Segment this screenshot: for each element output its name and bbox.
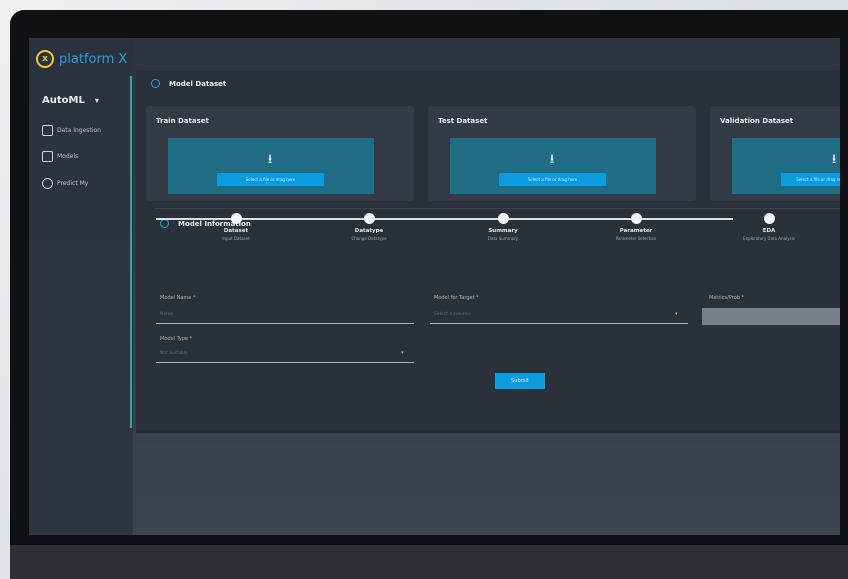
card-title: Train Dataset bbox=[156, 117, 209, 125]
monitor-icon bbox=[42, 151, 53, 162]
step-marker bbox=[630, 213, 642, 224]
validation-upload-button[interactable]: Select a file or drag here bbox=[781, 173, 840, 186]
step-eda[interactable]: EDA Exploratory Data Analysis bbox=[709, 213, 829, 241]
model-name-underline bbox=[156, 323, 414, 324]
sidebar-item-label: Models bbox=[57, 153, 79, 160]
download-icon: ⭳ bbox=[549, 152, 555, 167]
step-label: Datatype bbox=[354, 228, 384, 234]
model-for-label: Model for Target * bbox=[434, 295, 479, 301]
step-sub: Exploratory Data Analysis bbox=[743, 236, 795, 241]
train-dropzone[interactable]: ⭳ Select a file or drag here bbox=[168, 138, 374, 194]
section-icon bbox=[151, 79, 160, 88]
chevron-down-icon: ▾ bbox=[94, 96, 99, 105]
brand-logo[interactable]: x platform X bbox=[36, 50, 127, 68]
section-title: Model Dataset bbox=[169, 79, 227, 88]
step-label: EDA bbox=[762, 228, 776, 234]
step-label: Parameter bbox=[619, 228, 653, 234]
sidebar: x platform X AutoML ▾ Data Ingestion Mod… bbox=[29, 38, 133, 535]
test-dropzone[interactable]: ⭳ Select a file or drag here bbox=[450, 138, 656, 194]
step-marker bbox=[230, 213, 242, 224]
metrics-input[interactable] bbox=[702, 308, 840, 325]
model-dataset-header: Model Dataset bbox=[151, 79, 226, 88]
model-for-underline bbox=[430, 323, 688, 324]
laptop-base bbox=[10, 545, 848, 579]
chevron-down-icon: ▾ bbox=[401, 350, 404, 356]
model-name-label: Model Name * bbox=[160, 295, 196, 301]
clock-icon bbox=[42, 178, 53, 189]
step-label: Summary bbox=[488, 228, 518, 234]
sidebar-item-predict[interactable]: Predict My bbox=[42, 178, 88, 189]
sidebar-item-data-ingestion[interactable]: Data Ingestion bbox=[42, 125, 101, 136]
section-icon bbox=[160, 219, 169, 228]
sidebar-accent-border bbox=[130, 76, 132, 428]
test-dataset-card: Test Dataset ⭳ Select a file or drag her… bbox=[428, 106, 696, 201]
sidebar-item-label: Predict My bbox=[57, 180, 89, 187]
step-sub: Parameter Selection bbox=[615, 236, 657, 241]
step-parameter[interactable]: Parameter Parameter Selection bbox=[576, 213, 696, 241]
model-type-label: Model Type * bbox=[160, 336, 193, 342]
test-upload-button[interactable]: Select a file or drag here bbox=[499, 173, 606, 186]
logo-icon: x bbox=[36, 50, 54, 68]
image-icon bbox=[42, 125, 53, 136]
model-type-select[interactable]: Not Suitable bbox=[160, 351, 188, 356]
card-title: Validation Dataset bbox=[720, 117, 794, 125]
step-summary[interactable]: Summary Data Summary bbox=[443, 213, 563, 241]
step-sub: Data Summary bbox=[487, 236, 519, 241]
step-datatype[interactable]: Datatype Change Datatype bbox=[309, 213, 429, 241]
step-dataset[interactable]: Dataset Input Dataset bbox=[176, 213, 296, 241]
app-screen: x platform X AutoML ▾ Data Ingestion Mod… bbox=[29, 38, 840, 535]
sidebar-item-models[interactable]: Models bbox=[42, 151, 78, 162]
step-marker bbox=[363, 213, 375, 224]
step-sub: Input Dataset bbox=[222, 236, 250, 241]
train-upload-button[interactable]: Select a file or drag here bbox=[217, 173, 324, 186]
step-label: Dataset bbox=[223, 228, 249, 234]
chevron-down-icon: ▾ bbox=[675, 311, 678, 317]
step-marker bbox=[763, 213, 775, 224]
train-dataset-card: Train Dataset ⭳ Select a file or drag he… bbox=[146, 106, 414, 201]
section-divider bbox=[154, 208, 840, 209]
download-icon: ⭳ bbox=[831, 152, 837, 167]
validation-dataset-card: Validation Dataset ⭳ Select a file or dr… bbox=[710, 106, 840, 201]
sidebar-item-label: Data Ingestion bbox=[57, 127, 101, 134]
submit-button[interactable]: Submit bbox=[495, 373, 545, 389]
brand-name: platform X bbox=[59, 51, 128, 67]
card-title: Test Dataset bbox=[438, 117, 488, 125]
validation-dropzone[interactable]: ⭳ Select a file or drag here bbox=[732, 138, 840, 194]
panel-footer bbox=[136, 430, 840, 433]
metrics-label: Metrics/Prob * bbox=[709, 295, 745, 301]
main-panel: Model Dataset Train Dataset ⭳ Select a f… bbox=[136, 71, 840, 431]
step-sub: Change Datatype bbox=[351, 236, 387, 241]
step-marker bbox=[497, 213, 509, 224]
download-icon: ⭳ bbox=[267, 152, 273, 167]
model-name-input[interactable]: Name bbox=[160, 312, 173, 317]
app-title: AutoML bbox=[42, 95, 85, 106]
model-type-underline bbox=[156, 362, 414, 363]
app-switcher[interactable]: AutoML ▾ bbox=[42, 95, 99, 106]
model-for-select[interactable]: Select a column bbox=[434, 312, 470, 317]
